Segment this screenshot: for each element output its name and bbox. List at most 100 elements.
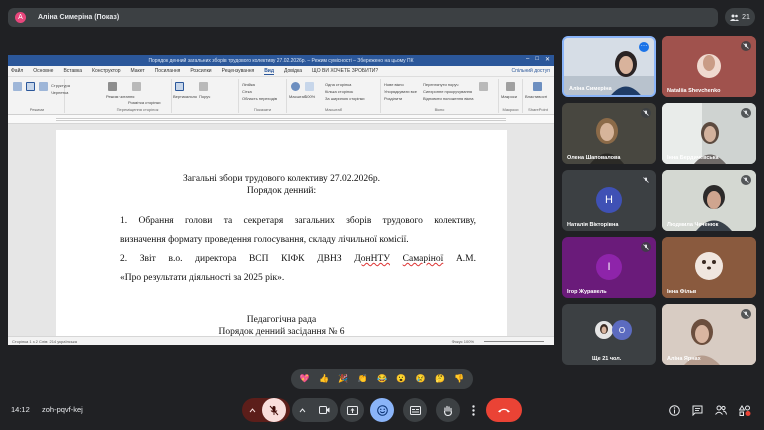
reaction-sparkle-heart[interactable]: 💖 bbox=[300, 375, 310, 383]
reaction-thinking[interactable]: 🤔 bbox=[435, 375, 445, 383]
people-button[interactable]: 21 bbox=[725, 8, 755, 26]
raise-hand-button[interactable] bbox=[436, 398, 460, 422]
word-ribbon: Структура Чернетка Режими Режим читання … bbox=[8, 77, 554, 115]
meeting-code[interactable]: zoh-pqvf-kej bbox=[42, 405, 83, 414]
participant-name: Ігор Журавель bbox=[567, 289, 607, 295]
leave-call-button[interactable] bbox=[486, 398, 522, 422]
others-tile[interactable]: О Ще 21 чол. bbox=[562, 304, 656, 365]
ribbon-group-show: Лінійка Сітка Область переходів Показати bbox=[239, 79, 287, 113]
draft-label[interactable]: Чернетка bbox=[51, 90, 68, 95]
zoom-label: Масштаб bbox=[289, 94, 307, 99]
mic-options-button[interactable] bbox=[242, 407, 262, 413]
properties-icon[interactable] bbox=[533, 82, 542, 91]
ribbon-group-window: Нове вікно Упорядкувати все Розділити Пе… bbox=[381, 79, 499, 113]
zoom-icon[interactable] bbox=[291, 82, 300, 91]
tab-references[interactable]: Посилання bbox=[155, 68, 181, 74]
gridlines-checkbox[interactable]: Сітка bbox=[242, 89, 252, 94]
search-hint[interactable]: ЩО ВИ ХОЧЕТЕ ЗРОБИТИ? bbox=[312, 68, 378, 74]
minimize-icon[interactable]: – bbox=[526, 56, 529, 63]
tab-home[interactable]: Основне bbox=[33, 68, 53, 74]
tab-view[interactable]: Вид bbox=[264, 68, 275, 75]
participant-tile[interactable]: … Аліна Симеріна bbox=[562, 36, 656, 97]
emoji-button[interactable] bbox=[370, 398, 394, 422]
tab-review[interactable]: Рецензування bbox=[222, 68, 255, 74]
tab-file[interactable]: Файл bbox=[11, 68, 23, 74]
tab-help[interactable]: Довідка bbox=[284, 68, 302, 74]
captions-icon bbox=[409, 405, 421, 415]
captions-button[interactable] bbox=[403, 398, 427, 422]
reaction-thumbs-down[interactable]: 👎 bbox=[454, 375, 464, 383]
macros-icon[interactable] bbox=[506, 82, 515, 91]
participant-tile[interactable]: Аліна Ярнах bbox=[662, 304, 756, 365]
more-options-icon[interactable]: … bbox=[639, 41, 649, 52]
reaction-surprised[interactable]: 😮 bbox=[396, 375, 406, 383]
participant-tile[interactable]: Людмила Чеченюк bbox=[662, 170, 756, 231]
participant-tile[interactable]: І Ігор Журавель bbox=[562, 237, 656, 298]
others-avatar: О bbox=[612, 320, 632, 340]
one-page-button[interactable]: Одна сторінка bbox=[325, 82, 351, 87]
reaction-thumbs-up[interactable]: 👍 bbox=[319, 375, 329, 383]
tab-mailings[interactable]: Розсилки bbox=[190, 68, 211, 74]
arrange-all-button[interactable]: Упорядкувати все bbox=[384, 89, 417, 94]
read-mode-icon[interactable] bbox=[13, 82, 22, 91]
tab-insert[interactable]: Вставка bbox=[63, 68, 82, 74]
vertical-icon[interactable] bbox=[175, 82, 184, 91]
participant-tile[interactable]: Н Наталія Вікторівна bbox=[562, 170, 656, 231]
web-layout-icon[interactable] bbox=[39, 82, 48, 91]
chevron-up-icon bbox=[299, 407, 305, 412]
nav-pane-checkbox[interactable]: Область переходів bbox=[242, 96, 277, 101]
reaction-party[interactable]: 🎉 bbox=[338, 375, 348, 383]
read-mode-label: Режим читання bbox=[106, 94, 135, 99]
sync-scroll[interactable]: Синхронне прокручування bbox=[423, 89, 472, 94]
view-side-by-side[interactable]: Переглянути поруч bbox=[423, 82, 458, 87]
outline-label[interactable]: Структура bbox=[51, 83, 70, 88]
reaction-sad[interactable]: 😢 bbox=[416, 375, 426, 383]
word-window-title: Порядок денний загальних зборів трудовог… bbox=[148, 57, 414, 64]
participant-tile[interactable]: Інна Бердичевська bbox=[662, 103, 756, 164]
close-icon[interactable]: ✕ bbox=[545, 56, 550, 63]
meeting-info-button[interactable] bbox=[667, 403, 681, 417]
zoom-slider[interactable] bbox=[484, 341, 544, 342]
zoom-100-icon[interactable] bbox=[305, 82, 314, 91]
reset-position[interactable]: Відновити положення вікна bbox=[423, 96, 474, 101]
others-count: Ще 21 чол. bbox=[592, 356, 622, 362]
maximize-icon[interactable]: □ bbox=[535, 56, 539, 63]
ruler-checkbox[interactable]: Лінійка bbox=[242, 82, 255, 87]
present-button[interactable] bbox=[340, 398, 364, 422]
multi-page-button[interactable]: Кілька сторінок bbox=[325, 89, 353, 94]
tab-design[interactable]: Конструктор bbox=[92, 68, 121, 74]
more-vert-icon bbox=[471, 404, 475, 416]
chat-button[interactable] bbox=[690, 403, 704, 417]
split-button[interactable]: Розділити bbox=[384, 96, 402, 101]
side-by-side-icon[interactable] bbox=[199, 82, 208, 91]
switch-windows-icon[interactable] bbox=[479, 82, 488, 91]
tab-layout[interactable]: Макет bbox=[131, 68, 145, 74]
focus-icon[interactable] bbox=[108, 82, 117, 91]
ribbon-group-page-move: Режим читання Розмітка сторінки Переміще… bbox=[104, 79, 172, 113]
reactions-bar: 💖 👍 🎉 👏 😂 😮 😢 🤔 👎 bbox=[291, 369, 473, 389]
participant-tile[interactable]: Олена Шаповалова bbox=[562, 103, 656, 164]
new-window-button[interactable]: Нове вікно bbox=[384, 82, 404, 87]
activities-button[interactable] bbox=[738, 403, 752, 417]
group-label-window: Вікно bbox=[434, 107, 445, 112]
immersive-reader-icon[interactable] bbox=[132, 82, 141, 91]
camera-toggle-button[interactable] bbox=[312, 398, 336, 422]
present-screen-icon bbox=[346, 405, 358, 415]
mic-off-icon bbox=[641, 175, 651, 185]
print-layout-icon[interactable] bbox=[26, 82, 35, 91]
reaction-clap[interactable]: 👏 bbox=[358, 375, 368, 383]
reaction-joy[interactable]: 😂 bbox=[377, 375, 387, 383]
participant-tile[interactable]: Nataliia Shevchenko bbox=[662, 36, 756, 97]
mic-toggle-button[interactable] bbox=[262, 398, 286, 422]
participant-tile[interactable]: Інна Фільв bbox=[662, 237, 756, 298]
status-right: Фокус 100% bbox=[451, 338, 474, 344]
share-button[interactable]: Спільний доступ bbox=[512, 68, 550, 74]
more-options-button[interactable] bbox=[466, 398, 480, 422]
word-status-bar: Сторінка 1 з 2 Слів: 214 українська Фоку… bbox=[8, 336, 554, 345]
camera-options-button[interactable] bbox=[292, 407, 312, 413]
presenter-avatar: А bbox=[15, 12, 26, 23]
page-width-button[interactable]: За шириною сторінки bbox=[325, 96, 365, 101]
people-panel-button[interactable] bbox=[714, 403, 728, 417]
word-ruler bbox=[8, 115, 554, 124]
document-page[interactable]: Загальні збори трудового колективу 27.02… bbox=[56, 130, 507, 336]
